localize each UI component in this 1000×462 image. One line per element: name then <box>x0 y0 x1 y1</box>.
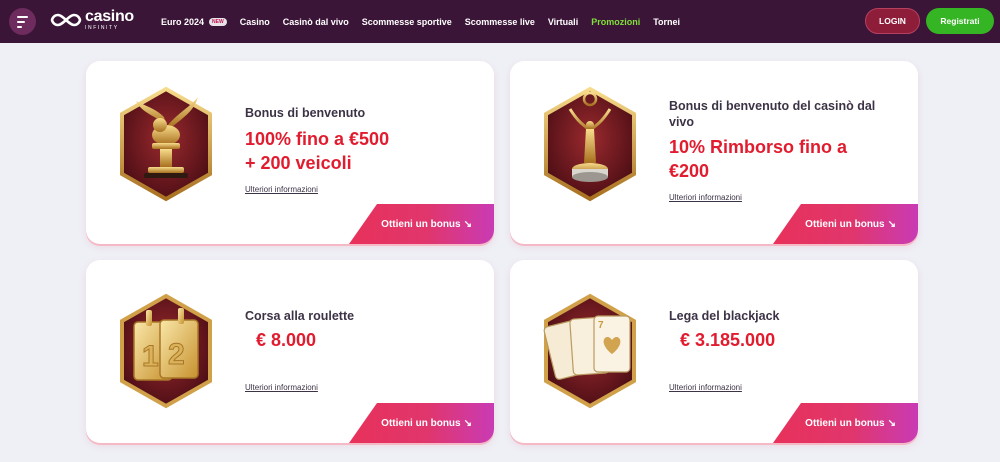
get-bonus-button[interactable]: Ottieni un bonus ↘ <box>773 204 918 244</box>
svg-text:1: 1 <box>142 340 159 373</box>
arrow-down-right-icon: ↘ <box>887 218 896 230</box>
promo-card: Bonus di benvenuto 100% fino a €500 + 20… <box>86 61 494 244</box>
nav-item-virtual[interactable]: Virtuali <box>548 17 578 27</box>
main-nav: Euro 2024 NEW Casino Casinò dal vivo Sco… <box>161 0 693 43</box>
nav-item-casino[interactable]: Casino <box>240 17 270 27</box>
nav-item-sports-betting[interactable]: Scommesse sportive <box>362 17 452 27</box>
roulette-numbers-icon: 1 2 <box>120 293 212 409</box>
promo-amount: 100% fino a €500 + 200 veicoli <box>245 129 390 173</box>
top-navigation-bar: casino INFINITY Euro 2024 NEW Casino Cas… <box>0 0 1000 43</box>
infinity-logo-icon <box>50 13 82 27</box>
svg-text:2: 2 <box>168 338 185 371</box>
get-bonus-button[interactable]: Ottieni un bonus ↘ <box>349 403 494 443</box>
more-info-link[interactable]: Ulteriori informazioni <box>669 383 742 392</box>
nav-item-live-betting[interactable]: Scommesse live <box>465 17 535 27</box>
promo-amount: 10% Rimborso fino a €200 <box>669 137 848 181</box>
more-info-link[interactable]: Ulteriori informazioni <box>245 185 318 194</box>
nav-label: Euro 2024 <box>161 16 205 27</box>
more-info-link[interactable]: Ulteriori informazioni <box>669 193 742 202</box>
promo-title: Lega del blackjack <box>669 309 780 323</box>
arrow-down-right-icon: ↘ <box>463 417 472 429</box>
arrow-down-right-icon: ↘ <box>887 417 896 429</box>
promo-card: 7 Lega del blackjack € 3.185.000 Ulterio… <box>510 260 918 443</box>
get-bonus-label: Ottieni un bonus <box>805 218 885 230</box>
hamburger-menu-icon[interactable] <box>9 8 36 35</box>
nav-item-live-casino[interactable]: Casinò dal vivo <box>283 17 349 27</box>
get-bonus-button[interactable]: Ottieni un bonus ↘ <box>773 403 918 443</box>
register-button[interactable]: Registrati <box>926 8 994 34</box>
promo-title: Bonus di benvenuto <box>245 106 366 120</box>
statuette-trophy-icon <box>544 86 636 202</box>
new-badge: NEW <box>209 17 227 26</box>
logo-tagline: INFINITY <box>85 25 119 31</box>
logo[interactable]: casino INFINITY <box>50 9 134 31</box>
promo-title: Bonus di benvenuto del casinò dal vivo <box>669 99 876 129</box>
get-bonus-button[interactable]: Ottieni un bonus ↘ <box>349 204 494 244</box>
arrow-down-right-icon: ↘ <box>463 218 472 230</box>
more-info-link[interactable]: Ulteriori informazioni <box>245 383 318 392</box>
promo-card: 1 2 Corsa alla roulette € 8.000 Ulterior… <box>86 260 494 443</box>
nav-item-tournaments[interactable]: Tornei <box>653 17 680 27</box>
login-button[interactable]: LOGIN <box>865 8 920 34</box>
get-bonus-label: Ottieni un bonus <box>805 417 885 429</box>
playing-cards-icon: 7 <box>543 293 636 409</box>
promo-title: Corsa alla roulette <box>245 309 355 323</box>
nav-item-promotions[interactable]: Promozioni <box>591 17 640 27</box>
winged-lion-trophy-icon <box>120 86 212 202</box>
nav-item-euro-2024[interactable]: Euro 2024 NEW <box>161 17 227 27</box>
get-bonus-label: Ottieni un bonus <box>381 218 461 230</box>
promo-card: Bonus di benvenuto del casinò dal vivo 1… <box>510 61 918 244</box>
svg-text:7: 7 <box>598 320 604 331</box>
get-bonus-label: Ottieni un bonus <box>381 417 461 429</box>
logo-wordmark: casino <box>85 8 134 25</box>
promo-amount: € 3.185.000 <box>680 330 776 350</box>
promo-amount: € 8.000 <box>256 330 317 350</box>
